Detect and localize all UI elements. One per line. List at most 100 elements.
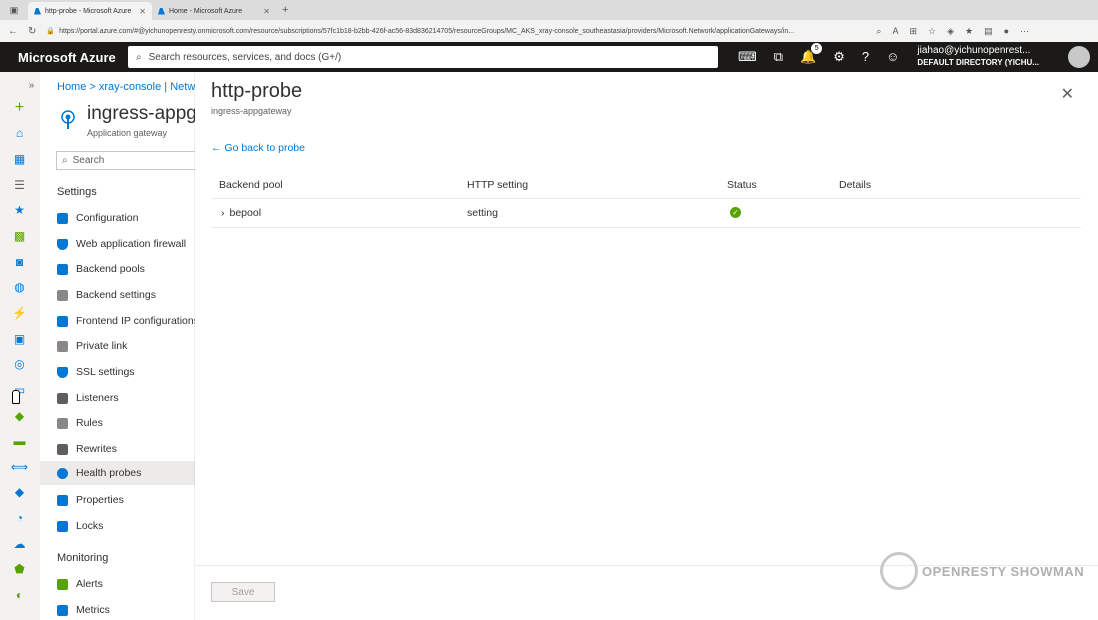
menu-item-alerts[interactable]: Alerts [57,572,195,596]
table-row-backend-pool[interactable]: › bepool [221,207,261,219]
menu-item-health-probes[interactable]: Health probes [40,461,195,485]
advisor-icon[interactable]: ☁ [12,536,27,551]
azure-ad-icon[interactable]: ◆ [12,484,27,499]
resource-type: Application gateway [87,128,168,138]
menu-item-rewrites[interactable]: Rewrites [57,437,195,461]
app-services-icon[interactable]: ◍ [12,279,27,294]
search-placeholder: Search resources, services, and docs (G+… [148,51,342,63]
back-icon[interactable]: ← [8,26,18,37]
menu-item-label: Backend settings [76,289,156,301]
search-icon: ⌕ [136,51,142,63]
resource-title: ingress-appgate [87,103,195,124]
tab-title: http-probe - Microsoft Azure [45,7,132,15]
cosmos-db-icon[interactable]: ◎ [12,356,27,371]
resource-groups-icon[interactable]: ◙ [12,254,27,269]
extension-icon[interactable]: ◈ [947,26,954,37]
function-app-icon[interactable]: ⚡ [12,305,27,320]
tab-actions-icon[interactable]: ▣ [0,0,28,20]
create-resource-icon[interactable]: + [12,99,27,116]
monitor-icon[interactable]: ◔ [12,510,27,525]
portal-sidebar: » + ⌂ ▦ ☰ ★ ▩ ◙ ◍ ⚡ ▣ ◎ ▭ ◆ ▬ ⟺ ◆ ◔ ☁ ⬟ … [0,72,40,620]
read-aloud-icon[interactable]: A [892,26,898,37]
dashboard-icon[interactable]: ▦ [12,151,27,166]
browser-toolbar: ⌕ A ⊞ ☆ ◈ ★ ▤ ● ⋯ [876,26,1029,37]
directory-filter-icon[interactable]: ⧉ [774,49,783,65]
cost-management-icon[interactable]: ◐ [12,587,27,602]
refresh-icon[interactable]: ↻ [28,26,36,37]
menu-item-private-link[interactable]: Private link [57,334,195,358]
menu-item-locks[interactable]: Locks [57,514,195,538]
menu-item-waf[interactable]: Web application firewall [57,232,195,256]
security-center-icon[interactable]: ⬟ [12,561,27,576]
feedback-icon[interactable]: ☺ [886,49,899,65]
close-tab-icon[interactable]: ✕ [139,7,146,16]
account-menu[interactable]: jiahao@yichunopenrest... DEFAULT DIRECTO… [917,45,1039,69]
menu-item-metrics[interactable]: Metrics [57,598,195,620]
column-header-backend-pool: Backend pool [219,179,283,191]
profile-icon[interactable]: ● [1004,26,1009,37]
menu-item-rules[interactable]: Rules [57,411,195,435]
account-name: jiahao@yichunopenrest... [917,45,1031,56]
breadcrumb[interactable]: Home > xray-console | Netw [57,81,195,93]
url-field[interactable]: 🔒 https://portal.azure.com/#@yichunopenr… [46,27,866,36]
favorites-icon[interactable]: ★ [965,26,973,37]
private-link-icon [57,340,68,352]
chevron-right-icon[interactable]: › [221,207,225,219]
menu-item-ssl-settings[interactable]: SSL settings [57,360,195,384]
menu-item-label: Alerts [76,578,103,590]
zoom-icon[interactable]: ⌕ [876,26,881,37]
apps-icon[interactable]: ⊞ [909,26,917,37]
menu-item-label: SSL settings [76,366,135,378]
avatar[interactable] [1068,46,1090,68]
collections-icon[interactable]: ▤ [984,26,993,37]
menu-item-backend-pools[interactable]: Backend pools [57,257,195,281]
column-header-http-setting: HTTP setting [467,179,529,191]
menu-item-backend-settings[interactable]: Backend settings [57,283,195,307]
favorites-star-icon[interactable]: ★ [12,202,27,217]
back-to-probe-link[interactable]: ← Go back to probe [211,142,305,154]
mouse-cursor [12,390,20,404]
close-tab-icon[interactable]: ✕ [263,7,270,16]
sql-database-icon[interactable]: ▣ [12,331,27,346]
notifications-icon[interactable]: 🔔 5 [800,43,823,65]
browser-tab[interactable]: Home - Microsoft Azure ✕ [152,2,276,20]
settings-gear-icon[interactable]: ⚙ [833,49,845,65]
cloud-shell-icon[interactable]: ⌨ [738,49,757,65]
watermark: OPENRESTY SHOWMAN [880,552,1084,590]
expand-menu-icon[interactable]: » [24,78,39,93]
global-search-input[interactable]: ⌕ Search resources, services, and docs (… [128,46,718,68]
virtual-networks-icon[interactable]: ⟺ [11,459,28,474]
azure-brand[interactable]: Microsoft Azure [0,50,128,65]
header-icons: ⌨ ⧉ 🔔 5 ⚙ ? ☺ [738,43,899,65]
menu-item-label: Backend pools [76,263,145,275]
menu-item-frontend-ip[interactable]: Frontend IP configurations [57,309,195,333]
new-tab-icon[interactable]: + [282,4,288,16]
metrics-icon [57,604,68,616]
more-icon[interactable]: ⋯ [1020,26,1029,37]
favorite-icon[interactable]: ☆ [928,26,936,37]
close-icon[interactable]: ✕ [1061,84,1074,104]
lock-icon: 🔒 [46,28,56,35]
azure-favicon-icon [34,7,41,15]
menu-item-properties[interactable]: Properties [57,488,195,512]
column-header-status: Status [727,179,757,191]
browser-tab-active[interactable]: http-probe - Microsoft Azure ✕ [28,2,152,20]
table-divider [211,227,1081,228]
all-resources-icon[interactable]: ▩ [12,228,27,243]
section-monitoring: Monitoring [57,552,109,564]
save-button[interactable]: Save [211,582,275,602]
http-setting-cell: setting [467,207,498,219]
load-balancer-icon[interactable]: ◆ [12,408,27,423]
probe-health-panel: http-probe ingress-appgateway ✕ ← Go bac… [195,72,1098,620]
menu-search-input[interactable]: ⌕ Search [56,151,195,170]
arrow-left-icon: ← [211,142,225,154]
menu-item-label: Locks [76,520,104,532]
rewrites-icon [57,443,68,455]
account-directory: DEFAULT DIRECTORY (YICHU... [917,58,1039,67]
all-services-icon[interactable]: ☰ [12,177,27,192]
home-icon[interactable]: ⌂ [12,125,27,140]
menu-item-listeners[interactable]: Listeners [57,386,195,410]
menu-item-configuration[interactable]: Configuration [57,206,195,230]
help-icon[interactable]: ? [862,49,869,65]
storage-accounts-icon[interactable]: ▬ [12,433,27,448]
